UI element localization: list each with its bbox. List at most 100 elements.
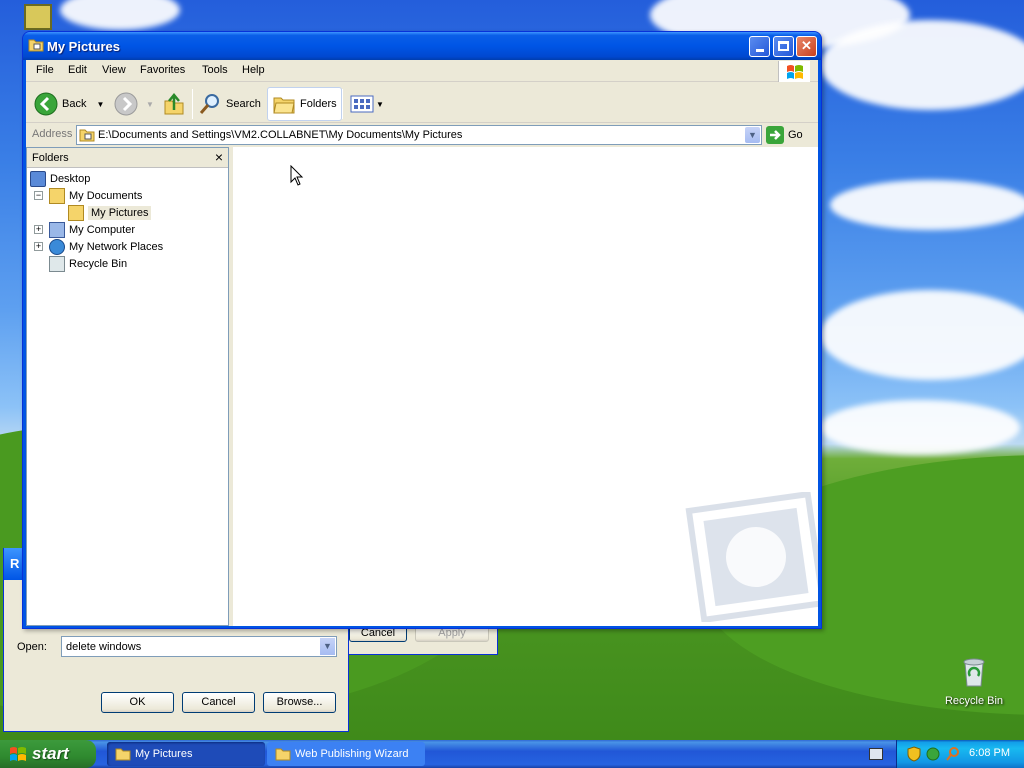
back-dropdown-icon[interactable]: ▼ xyxy=(96,100,104,109)
maximize-button[interactable] xyxy=(773,36,794,57)
folder-icon xyxy=(115,748,131,761)
folders-pane: Folders × Desktop − My Documents My Pict… xyxy=(26,147,229,626)
tree-item-my-network-places[interactable]: My Network Places xyxy=(49,238,163,255)
up-folder-icon xyxy=(164,93,184,115)
views-button[interactable]: ▼ xyxy=(350,89,384,119)
recycle-bin-desktop-icon[interactable]: Recycle Bin xyxy=(940,656,1008,707)
menu-tools[interactable]: Tools xyxy=(202,64,228,76)
minimize-icon xyxy=(755,49,764,52)
open-combobox[interactable]: delete windows ▼ xyxy=(61,636,337,657)
folder-icon xyxy=(49,187,65,204)
close-icon: ✕ xyxy=(801,38,812,53)
close-button[interactable]: ✕ xyxy=(796,36,817,57)
go-label: Go xyxy=(788,129,803,141)
up-folder-button[interactable] xyxy=(162,89,186,119)
cloud xyxy=(820,400,1020,455)
recycle-bin-icon xyxy=(49,255,65,272)
tree-item-label: Desktop xyxy=(50,172,91,185)
close-icon[interactable]: × xyxy=(215,149,223,165)
menu-help[interactable]: Help xyxy=(242,64,265,76)
network-icon xyxy=(49,238,65,255)
toolbar: Back ▼ ▼ Search Folders ▼ xyxy=(26,83,818,123)
search-tray-icon[interactable] xyxy=(945,746,961,762)
recycle-bin-icon xyxy=(963,658,985,687)
search-button[interactable]: Search xyxy=(198,89,261,119)
browse-button[interactable]: Browse... xyxy=(263,692,336,713)
window-titlebar[interactable]: My Pictures ✕ xyxy=(23,32,821,60)
address-bar: Address E:\Documents and Settings\VM2.CO… xyxy=(26,124,818,146)
search-icon xyxy=(199,94,219,114)
go-arrow-icon xyxy=(766,126,784,144)
desktop-shortcut-icon[interactable] xyxy=(24,4,52,30)
network-tray-icon[interactable] xyxy=(925,746,941,762)
tree-item-my-pictures[interactable]: My Pictures xyxy=(68,204,152,221)
back-button[interactable]: Back ▼ xyxy=(34,89,104,119)
address-input[interactable]: E:\Documents and Settings\VM2.COLLABNET\… xyxy=(76,125,762,145)
expand-expander[interactable]: + xyxy=(34,225,43,234)
mouse-cursor-icon xyxy=(290,165,304,186)
tree-item-label: My Pictures xyxy=(88,205,152,220)
menu-file[interactable]: File xyxy=(36,64,54,76)
desktop-icon xyxy=(30,170,46,187)
address-label: Address xyxy=(32,128,73,140)
folder-icon xyxy=(79,129,95,142)
keyboard-icon[interactable] xyxy=(869,748,883,760)
taskbar-item-web-publishing-wizard[interactable]: Web Publishing Wizard xyxy=(267,742,425,766)
views-icon xyxy=(350,95,374,113)
tree-item-desktop[interactable]: Desktop xyxy=(30,170,90,187)
tree-item-label: Recycle Bin xyxy=(69,257,128,270)
pictures-watermark-icon xyxy=(685,492,818,622)
window-client: File Edit View Favorites Tools Help Back… xyxy=(26,60,818,626)
address-value: E:\Documents and Settings\VM2.COLLABNET\… xyxy=(98,129,463,141)
cloud xyxy=(60,0,180,30)
folders-pane-header: Folders × xyxy=(27,148,228,168)
chevron-down-icon[interactable]: ▼ xyxy=(745,127,760,143)
menu-favorites[interactable]: Favorites xyxy=(140,64,185,76)
forward-arrow-icon xyxy=(114,92,138,116)
menu-view[interactable]: View xyxy=(102,64,126,76)
taskbar: start My Pictures Web Publishing Wizard … xyxy=(0,740,1024,768)
cloud xyxy=(820,20,1024,110)
tree-item-label: My Documents xyxy=(69,189,143,202)
collapse-expander[interactable]: − xyxy=(34,191,43,200)
cloud xyxy=(820,290,1024,380)
open-input[interactable]: delete windows xyxy=(66,641,141,653)
search-label: Search xyxy=(226,98,261,110)
chevron-down-icon[interactable]: ▼ xyxy=(320,638,335,655)
computer-icon xyxy=(49,221,65,238)
taskbar-item-my-pictures[interactable]: My Pictures xyxy=(107,742,265,766)
folders-pane-title: Folders xyxy=(32,152,69,164)
tree-item-recycle-bin[interactable]: Recycle Bin xyxy=(49,255,127,272)
menubar: File Edit View Favorites Tools Help xyxy=(26,60,818,82)
pictures-folder-icon xyxy=(68,204,84,221)
forward-button: ▼ xyxy=(114,89,154,119)
go-button[interactable]: Go xyxy=(766,126,803,144)
system-tray: 6:08 PM xyxy=(896,740,1024,768)
start-button[interactable]: start xyxy=(0,740,96,768)
security-shield-icon[interactable] xyxy=(907,746,921,762)
minimize-button[interactable] xyxy=(749,36,770,57)
tree-item-my-documents[interactable]: My Documents xyxy=(49,187,142,204)
back-arrow-icon xyxy=(34,92,58,116)
clock[interactable]: 6:08 PM xyxy=(969,747,1010,759)
window-title: My Pictures xyxy=(47,39,120,54)
expand-expander[interactable]: + xyxy=(34,242,43,251)
menu-edit[interactable]: Edit xyxy=(68,64,87,76)
folders-button[interactable]: Folders xyxy=(267,87,342,121)
taskbar-item-label: Web Publishing Wizard xyxy=(295,748,409,760)
forward-dropdown-icon: ▼ xyxy=(146,99,154,109)
maximize-icon xyxy=(778,41,789,51)
recycle-bin-label: Recycle Bin xyxy=(944,695,1004,707)
run-dialog-title: R xyxy=(10,556,20,571)
windows-logo-icon xyxy=(778,61,810,82)
folder-icon xyxy=(28,39,44,52)
my-pictures-window: My Pictures ✕ File Edit View Favorites T… xyxy=(22,31,822,629)
cancel-button[interactable]: Cancel xyxy=(182,692,255,713)
folders-label: Folders xyxy=(300,98,337,110)
tree-item-my-computer[interactable]: My Computer xyxy=(49,221,135,238)
ok-button[interactable]: OK xyxy=(101,692,174,713)
file-list-area[interactable] xyxy=(233,147,818,626)
taskbar-item-label: My Pictures xyxy=(135,748,193,760)
folders-icon xyxy=(273,97,295,114)
views-dropdown-icon[interactable]: ▼ xyxy=(376,100,384,109)
